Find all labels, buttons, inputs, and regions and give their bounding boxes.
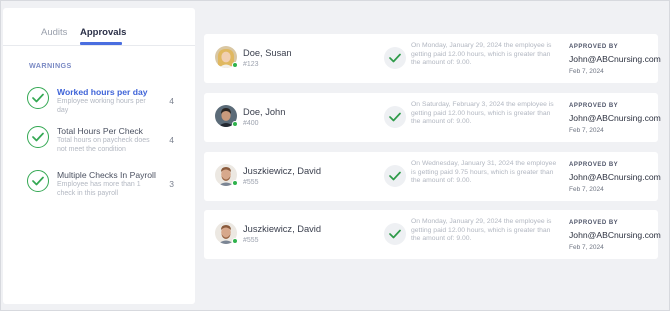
warnings-heading: WARNINGS [29,61,72,70]
warning-count: 4 [169,135,174,145]
approver-email: John@ABCnursing.com [569,230,661,240]
approval-row[interactable]: Juszkiewicz, David #555 On Wednesday, Ja… [204,152,661,201]
warnings-panel: Audits Approvals WARNINGS Worked hours p… [3,8,195,304]
warning-title: Total Hours Per Check [57,126,143,136]
warning-item-multiple-checks[interactable]: Multiple Checks In Payroll Employee has … [27,170,187,210]
approver-email: John@ABCnursing.com [569,113,661,123]
employee-name: Doe, John [243,107,286,117]
tab-bar: Audits Approvals [3,8,195,46]
approval-row[interactable]: Doe, John #400 On Saturday, February 3, … [204,93,661,142]
approval-date: Feb 7, 2024 [569,127,604,134]
approval-message: On Monday, January 29, 2024 the employee… [411,42,552,67]
approved-by-label: APPROVED BY [569,103,619,109]
check-circle-icon [27,170,49,192]
approver-email: John@ABCnursing.com [569,172,661,182]
online-status-dot [232,238,238,244]
approval-date: Feb 7, 2024 [569,244,604,251]
check-circle-icon [27,126,49,148]
approval-date: Feb 7, 2024 [569,68,604,75]
employee-id: #555 [243,237,259,244]
check-icon [384,47,406,69]
approval-message: On Monday, January 29, 2024 the employee… [411,218,552,243]
approval-row[interactable]: Juszkiewicz, David #555 On Monday, Janua… [204,210,661,259]
warning-item-total-hours[interactable]: Total Hours Per Check Total hours on pay… [27,126,187,166]
check-icon [384,165,406,187]
check-icon [384,223,406,245]
tab-approvals[interactable]: Approvals [80,27,126,38]
employee-id: #400 [243,120,259,127]
employee-id: #555 [243,179,259,186]
online-status-dot [232,180,238,186]
approved-by-label: APPROVED BY [569,44,619,50]
warning-title: Multiple Checks In Payroll [57,170,156,180]
approval-row[interactable]: Doe, Susan #123 On Monday, January 29, 2… [204,34,661,83]
approver-email: John@ABCnursing.com [569,54,661,64]
employee-name: Doe, Susan [243,48,292,58]
approved-by-label: APPROVED BY [569,220,619,226]
warning-description: Employee working hours per day [57,98,146,114]
approved-by-label: APPROVED BY [569,162,619,168]
warning-count: 4 [169,96,174,106]
warning-item-worked-hours[interactable]: Worked hours per day Employee working ho… [27,87,187,127]
warning-title: Worked hours per day [57,87,148,97]
tab-audits[interactable]: Audits [41,27,67,38]
warning-count: 3 [169,179,174,189]
check-circle-icon [27,87,49,109]
employee-name: Juszkiewicz, David [243,224,322,234]
employee-name: Juszkiewicz, David [243,166,322,176]
check-icon [384,106,406,128]
online-status-dot [232,121,238,127]
active-tab-indicator [80,42,122,45]
online-status-dot [232,62,238,68]
warning-description: Employee has more than 1 check in this p… [57,181,141,197]
approval-message: On Saturday, February 3, 2024 the employ… [411,101,554,126]
warning-description: Total hours on paycheck does not meet th… [57,137,150,153]
employee-id: #123 [243,61,259,68]
approval-message: On Wednesday, January 31, 2024 the emplo… [411,160,557,185]
approval-date: Feb 7, 2024 [569,186,604,193]
